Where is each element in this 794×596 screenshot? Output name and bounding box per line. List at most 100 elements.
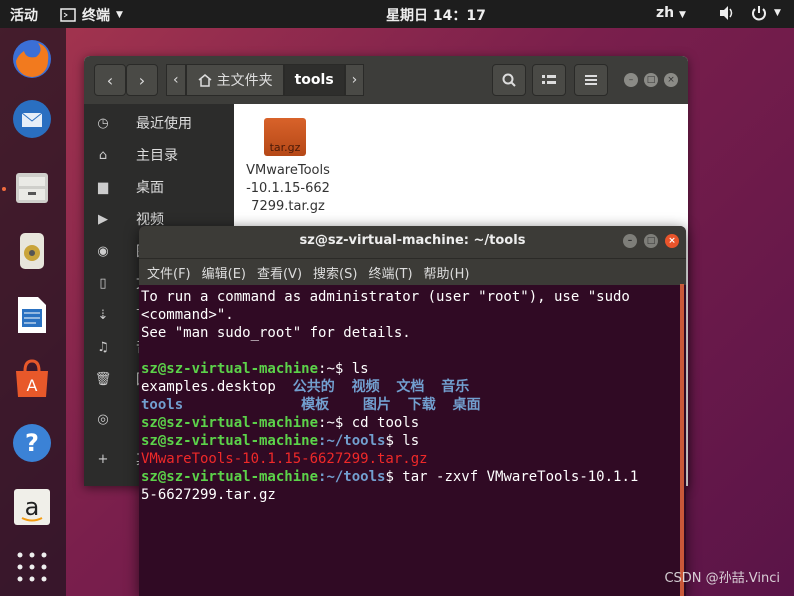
breadcrumb-scroll-right[interactable]: ›	[344, 64, 365, 96]
system-tray[interactable]: ▼	[718, 4, 781, 22]
music-icon: ♫	[97, 339, 109, 355]
command: $ ls	[385, 433, 420, 449]
prompt-line: sz@sz-virtual-machine:~$ cd tools	[141, 414, 686, 432]
file-name[interactable]: VMwareTools-10.1.15-6627299.tar.gz	[244, 160, 332, 218]
video-icon: ▶	[98, 211, 108, 227]
files-icon[interactable]	[9, 164, 55, 210]
menu-edit[interactable]: 编辑(E)	[202, 263, 246, 282]
sidebar-item-desktop[interactable]: ▆ 桌面	[84, 174, 234, 200]
command: $ cd tools	[334, 415, 420, 431]
top-bar: 活动 终端 ▼ 星期日 14：17 zh ▼ ▼	[0, 0, 794, 28]
menu-view[interactable]: 查看(V)	[257, 263, 302, 282]
help-icon[interactable]: ?	[9, 420, 55, 466]
download-icon: ⇣	[97, 307, 109, 323]
archive-icon[interactable]: tar.gz	[264, 118, 306, 156]
menu-file[interactable]: 文件(F)	[147, 263, 191, 282]
amazon-icon[interactable]: a	[9, 484, 55, 530]
home-icon	[198, 74, 212, 87]
ls-archive-file: VMwareTools-10.1.15-6627299.tar.gz	[141, 451, 428, 467]
power-icon	[752, 6, 766, 21]
volume-icon	[720, 6, 733, 20]
thunderbird-icon[interactable]	[9, 96, 55, 142]
document-icon: ▯	[99, 275, 107, 291]
prompt-line: sz@sz-virtual-machine:~$ ls	[141, 360, 686, 378]
breadcrumb-home[interactable]: 主文件夹	[185, 64, 284, 96]
language-label: zh	[656, 5, 675, 21]
breadcrumb-scroll-left[interactable]: ‹	[166, 64, 186, 96]
ls-dir-tools: tools	[141, 397, 184, 413]
disc-icon: ◎	[97, 411, 109, 427]
menu-terminal[interactable]: 终端(T)	[368, 263, 412, 282]
menu-search[interactable]: 搜索(S)	[313, 263, 357, 282]
minimize-icon: –	[627, 236, 633, 246]
sidebar-item-recent[interactable]: ◷ 最近使用	[84, 110, 234, 136]
close-button[interactable]: ×	[664, 73, 678, 87]
chevron-left-icon: ‹	[106, 70, 114, 90]
show-apps-icon[interactable]	[9, 544, 55, 590]
breadcrumb-home-label: 主文件夹	[216, 73, 273, 89]
sidebar-item-home[interactable]: ⌂ 主目录	[84, 142, 234, 168]
maximize-icon: □	[646, 236, 656, 246]
forward-button[interactable]: ›	[126, 64, 158, 96]
svg-text:a: a	[25, 493, 40, 521]
app-menu-label: 终端	[82, 8, 110, 24]
view-toggle-button[interactable]	[532, 64, 566, 96]
maximize-button[interactable]: □	[644, 73, 658, 87]
libreoffice-writer-icon[interactable]	[9, 292, 55, 338]
home-icon: ⌂	[98, 147, 108, 163]
output-line: To run a command as administrator (user …	[141, 289, 630, 305]
output-line: <command>".	[141, 307, 234, 323]
firefox-icon[interactable]	[9, 36, 55, 82]
clock[interactable]: 星期日 14：17	[386, 5, 486, 25]
folder-icon: ▆	[98, 179, 108, 195]
breadcrumb: ‹ 主文件夹 tools ›	[166, 64, 365, 96]
plus-icon: +	[97, 451, 109, 467]
prompt-user: sz@sz-virtual-machine	[141, 415, 319, 431]
activities-button[interactable]: 活动	[10, 5, 38, 25]
app-menu[interactable]: 终端 ▼	[60, 5, 123, 25]
output-line: See "man sudo_root" for details.	[141, 325, 411, 341]
terminal-titlebar[interactable]: sz@sz-virtual-machine: ~/tools – □ ×	[139, 226, 686, 258]
running-indicator	[2, 187, 6, 191]
ls-output-line: tools 模板 图片 下载 桌面	[141, 396, 686, 414]
menu-help[interactable]: 帮助(H)	[424, 263, 470, 282]
terminal-menubar: 文件(F) 编辑(E) 查看(V) 搜索(S) 终端(T) 帮助(H)	[139, 258, 686, 285]
trash-icon: 🗑	[94, 371, 112, 387]
watermark: CSDN @孙喆.Vinci	[664, 571, 780, 586]
minimize-button[interactable]: –	[624, 73, 638, 87]
dock: A ? a	[0, 28, 66, 596]
ls-dirs: 公共的 视频 文档 音乐	[292, 379, 470, 395]
sidebar-item-label: 桌面	[136, 180, 164, 196]
sidebar-item-label: 主目录	[136, 148, 178, 164]
prompt-path: :~	[318, 415, 335, 431]
breadcrumb-tools[interactable]: tools	[283, 64, 345, 96]
minimize-button[interactable]: –	[623, 234, 637, 248]
search-icon	[502, 73, 516, 87]
chevron-down-icon: ▼	[116, 10, 123, 20]
minimize-icon: –	[628, 75, 634, 85]
prompt-path: :~/tools	[318, 433, 386, 449]
software-icon[interactable]: A	[9, 356, 55, 402]
input-language[interactable]: zh ▼	[656, 5, 686, 21]
search-button[interactable]	[492, 64, 526, 96]
prompt-line: sz@sz-virtual-machine:~/tools$ ls	[141, 432, 686, 450]
recent-icon: ◷	[97, 115, 109, 131]
terminal-scrollbar[interactable]	[680, 284, 684, 596]
ls-file: examples.desktop	[141, 379, 293, 395]
menu-button[interactable]	[574, 64, 608, 96]
sidebar-item-label: 最近使用	[136, 116, 192, 132]
maximize-button[interactable]: □	[644, 234, 658, 248]
back-button[interactable]: ‹	[94, 64, 126, 96]
window-title: sz@sz-virtual-machine: ~/tools	[299, 233, 526, 248]
command: $ ls	[334, 361, 369, 377]
close-icon: ×	[667, 75, 675, 85]
rhythmbox-icon[interactable]	[9, 228, 55, 274]
chevron-down-icon: ▼	[774, 8, 781, 18]
chevron-down-icon: ▼	[679, 10, 686, 20]
chevron-right-icon: ›	[351, 72, 358, 88]
close-button[interactable]: ×	[665, 234, 679, 248]
terminal-output[interactable]: To run a command as administrator (user …	[139, 285, 686, 504]
archive-icon-label: tar.gz	[269, 141, 301, 154]
ls-output-line: examples.desktop 公共的 视频 文档 音乐	[141, 378, 686, 396]
